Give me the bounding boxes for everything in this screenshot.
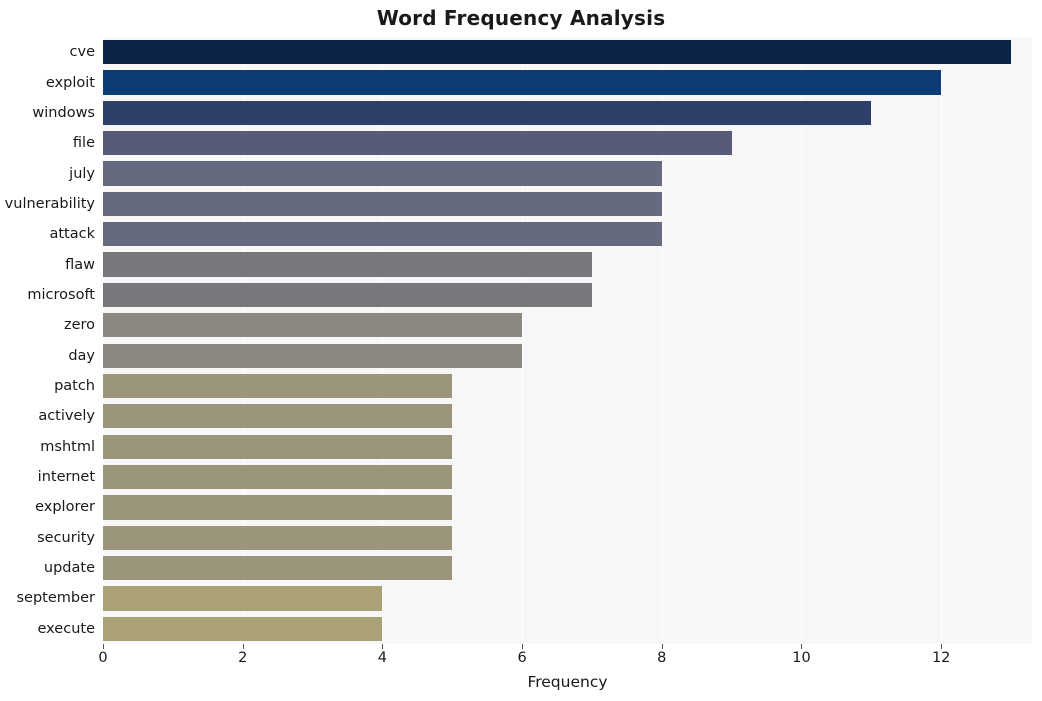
y-axis-tick-label: flaw [65,256,95,273]
y-axis-tick-label: patch [54,378,95,395]
bar [103,616,383,641]
bar [103,191,662,217]
x-axis-tick-mark [522,644,524,649]
bar [103,525,453,550]
bar [103,464,453,490]
bar-row [103,492,1032,522]
bar [103,252,592,277]
y-axis-tick-label: windows [32,104,95,121]
bar [103,40,1012,65]
x-axis-tick-label: 6 [517,650,527,666]
bar-row [103,98,1032,128]
bar [103,586,383,611]
bar-row [103,583,1032,613]
bar-row [103,310,1032,340]
bar-row [103,553,1032,583]
y-axis-tick-label: attack [49,226,95,243]
plot-area [103,37,1032,644]
bar-row [103,432,1032,462]
x-axis-tick-label: 0 [98,650,108,666]
bar-row [103,67,1032,97]
bar [103,404,453,429]
bar-row [103,371,1032,401]
y-axis-tick-label: actively [38,408,95,425]
y-axis-tick-label: exploit [45,74,95,91]
y-axis-tick-label: explorer [35,499,95,516]
y-axis-tick-label: file [72,135,95,152]
y-axis-tick-label: security [37,529,95,546]
bar-row [103,37,1032,67]
bar-row [103,189,1032,219]
word-frequency-chart: Word Frequency Analysis cve exploit window… [0,0,1042,701]
x-axis-tick-label: 4 [377,650,387,666]
bar-row [103,158,1032,188]
y-axis-tick-label: day [68,347,95,364]
bar [103,434,453,459]
bar [103,373,453,399]
y-axis-tick-label: september [16,590,96,607]
bar-row [103,462,1032,492]
bar-row [103,128,1032,158]
x-axis-tick-label: 8 [657,650,667,666]
bar [103,313,523,338]
bar [103,161,662,186]
bar-row [103,219,1032,249]
x-axis-label: Frequency [527,673,608,691]
x-axis-tick-mark [941,644,943,649]
bar-row [103,614,1032,644]
bar-row [103,280,1032,310]
chart-title: Word Frequency Analysis [376,6,666,30]
x-axis-tick-label: 10 [792,650,811,666]
bar-row [103,249,1032,279]
y-axis-tick-label: internet [37,469,95,486]
y-axis-tick-label: cve [69,44,95,61]
bar [103,131,732,156]
x-axis-tick-mark [801,644,803,649]
x-axis-tick-label: 12 [931,650,951,666]
y-axis-tick-label: vulnerability [4,195,95,212]
x-axis-tick-mark [382,644,384,649]
bar [103,343,523,368]
y-axis-tick-label: zero [63,317,95,334]
y-axis-tick-label: july [69,165,95,182]
bar [103,555,453,581]
y-axis-tick-label: execute [37,620,96,637]
bar [103,222,662,247]
x-axis-tick-mark [661,644,663,649]
y-axis-tick-label: microsoft [27,286,95,303]
bar [103,70,942,95]
bar-row [103,401,1032,431]
x-axis-tick-label: 2 [238,650,248,666]
bar [103,100,872,125]
x-axis-tick-mark [103,644,104,649]
bar-row [103,523,1032,553]
y-axis-tick-label: mshtml [40,438,95,455]
y-axis-category-labels: cve exploit windows file july vulnerability at… [0,37,95,644]
bar [103,495,453,520]
y-axis-tick-label: update [43,560,95,577]
x-axis-tick-mark [242,644,244,649]
bar [103,282,592,308]
bar-row [103,341,1032,371]
